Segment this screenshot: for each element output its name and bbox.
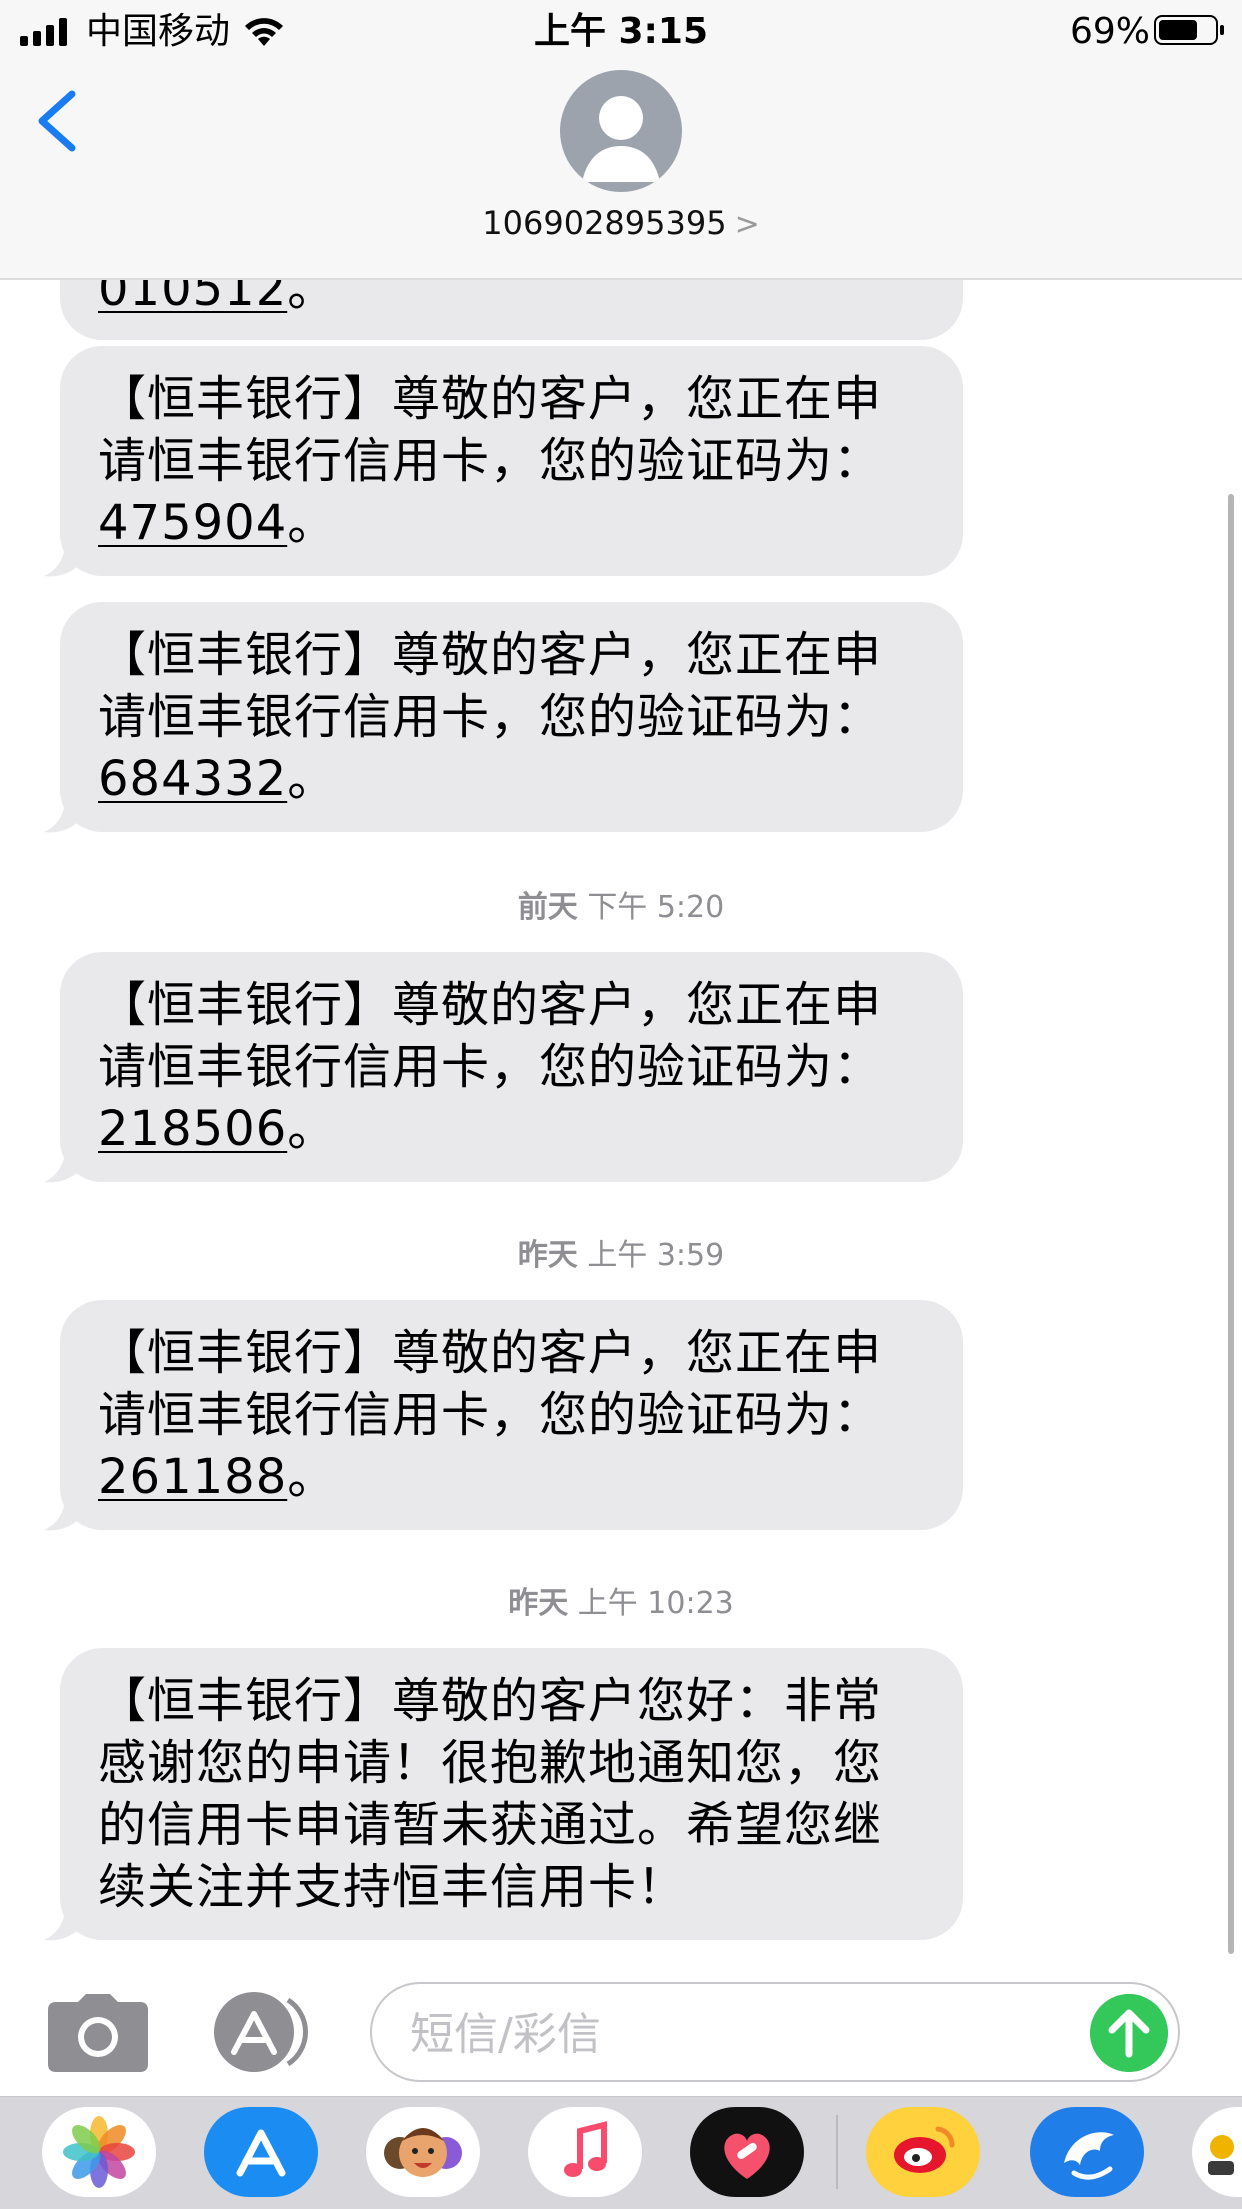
bubble-tail: [44, 794, 80, 833]
message-bubble[interactable]: 【恒丰银行】尊敬的客户您好：非常 感谢您的申请！很抱歉地通知您，您 的信用卡申请…: [60, 1648, 963, 1940]
dolphin-app-icon[interactable]: [1030, 2107, 1144, 2197]
back-chevron-icon[interactable]: [28, 86, 88, 156]
camera-icon[interactable]: [48, 1994, 148, 2072]
timestamp-time: 上午 3:59: [587, 1238, 725, 1273]
message-line: 请恒丰银行信用卡，您的验证码为：: [98, 433, 883, 489]
heart-app-icon[interactable]: [690, 2107, 804, 2197]
message-bubble[interactable]: 【恒丰银行】尊敬的客户，您正在申 请恒丰银行信用卡，您的验证码为： 475904…: [60, 346, 963, 576]
message-thread: 010512。 【恒丰银行】尊敬的客户，您正在申 请恒丰银行信用卡，您的验证码为…: [0, 280, 1242, 1980]
memoji-icon[interactable]: [366, 2107, 480, 2197]
message-bubble[interactable]: 【恒丰银行】尊敬的客户，您正在申 请恒丰银行信用卡，您的验证码为： 218506…: [60, 952, 963, 1182]
timestamp-time: 下午 5:20: [587, 890, 725, 925]
message-line: 请恒丰银行信用卡，您的验证码为：: [98, 689, 883, 745]
message-line: 请恒丰银行信用卡，您的验证码为：: [98, 1387, 883, 1443]
timestamp: 昨天 上午 10:23: [0, 1578, 1242, 1622]
timestamp: 前天 下午 5:20: [0, 882, 1242, 926]
imessage-app-drawer: [0, 2096, 1242, 2209]
verification-code[interactable]: 475904: [98, 495, 287, 551]
message-line: 续关注并支持恒丰信用卡！: [98, 1859, 687, 1915]
bubble-tail: [44, 538, 80, 577]
message-line: 的信用卡申请暂未获通过。希望您继: [98, 1797, 883, 1853]
contact-name[interactable]: 106902895395 >: [0, 204, 1242, 242]
app-store-icon[interactable]: [204, 2107, 318, 2197]
message-line: 【恒丰银行】尊敬的客户，您正在申: [98, 1325, 883, 1381]
chevron-right-icon: >: [734, 207, 760, 242]
message-suffix: 。: [287, 495, 337, 551]
message-suffix: 。: [287, 1101, 337, 1157]
bubble-tail: [44, 1144, 80, 1183]
message-input-field[interactable]: [370, 1982, 1180, 2082]
message-bubble[interactable]: 【恒丰银行】尊敬的客户，您正在申 请恒丰银行信用卡，您的验证码为： 261188…: [60, 1300, 963, 1530]
status-bar: 中国移动 上午 3:15 69%: [0, 0, 1242, 62]
message-suffix: 。: [287, 1449, 337, 1505]
verification-code[interactable]: 684332: [98, 751, 287, 807]
dock-divider: [836, 2115, 838, 2189]
music-icon[interactable]: [528, 2107, 642, 2197]
weibo-icon[interactable]: [866, 2107, 980, 2197]
message-bubble[interactable]: 【恒丰银行】尊敬的客户，您正在申 请恒丰银行信用卡，您的验证码为： 684332…: [60, 602, 963, 832]
timestamp-day: 前天: [517, 890, 578, 925]
message-line: 请恒丰银行信用卡，您的验证码为：: [98, 1039, 883, 1095]
bubble-tail: [44, 1492, 80, 1531]
message-suffix: 。: [287, 280, 337, 317]
contact-number[interactable]: 106902895395: [482, 204, 726, 242]
verification-code[interactable]: 261188: [98, 1449, 287, 1505]
battery-percent: 69%: [1070, 11, 1151, 52]
message-line: 【恒丰银行】尊敬的客户，您正在申: [98, 627, 883, 683]
send-arrow-icon[interactable]: [1090, 1994, 1168, 2072]
timestamp-time: 上午 10:23: [577, 1586, 734, 1621]
message-input[interactable]: [408, 2004, 1092, 2064]
message-line: 【恒丰银行】尊敬的客户，您正在申: [98, 977, 883, 1033]
partial-app-icon[interactable]: [1192, 2107, 1242, 2197]
bubble-tail: [44, 1902, 80, 1941]
timestamp-day: 昨天: [517, 1238, 578, 1273]
person-icon: [582, 96, 660, 182]
timestamp-day: 昨天: [508, 1586, 569, 1621]
contact-avatar[interactable]: [560, 70, 682, 192]
battery-icon: [1154, 15, 1224, 45]
message-bubble[interactable]: 010512。: [60, 280, 963, 340]
message-suffix: 。: [287, 751, 337, 807]
message-line: 【恒丰银行】尊敬的客户您好：非常: [98, 1673, 883, 1729]
scrollbar[interactable]: [1228, 494, 1234, 1954]
message-line: 【恒丰银行】尊敬的客户，您正在申: [98, 371, 883, 427]
app-store-button-icon[interactable]: [210, 1992, 320, 2072]
status-time: 上午 3:15: [533, 11, 709, 52]
verification-code[interactable]: 218506: [98, 1101, 287, 1157]
verification-code[interactable]: 010512: [98, 280, 287, 317]
timestamp: 昨天 上午 3:59: [0, 1230, 1242, 1274]
photos-icon[interactable]: [42, 2107, 156, 2197]
message-line: 感谢您的申请！很抱歉地通知您，您: [98, 1735, 883, 1791]
